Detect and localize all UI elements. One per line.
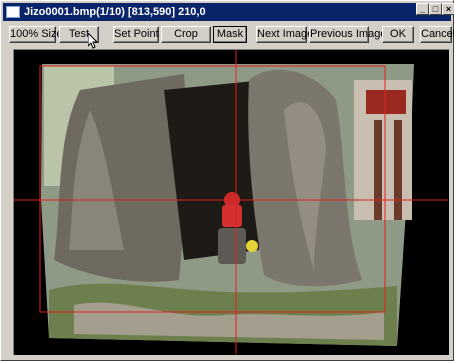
ok-button[interactable]: OK — [382, 26, 414, 43]
previous-image-button[interactable]: Previous Image — [309, 26, 386, 43]
image-canvas[interactable] — [13, 49, 449, 355]
close-button[interactable]: × — [442, 3, 454, 15]
window-title: Jizo0001.bmp(1/10) [813,590] 210,0 — [24, 6, 206, 18]
shrine-roof — [366, 90, 406, 114]
photo-viewport — [14, 50, 448, 354]
jizo-statue — [218, 228, 246, 264]
app-icon — [6, 6, 20, 18]
maximize-button[interactable]: □ — [429, 3, 442, 15]
full-size-button[interactable]: 100% Size — [9, 26, 63, 43]
title-bar[interactable]: Jizo0001.bmp(1/10) [813,590] 210,0 — [3, 3, 451, 21]
set-point-button[interactable]: Set Point — [113, 26, 159, 43]
image-editor-window: Jizo0001.bmp(1/10) [813,590] 210,0 _ □ ×… — [0, 0, 454, 361]
shrine-post — [374, 120, 382, 220]
mouse-pointer-icon — [88, 33, 98, 49]
minimize-button[interactable]: _ — [416, 3, 429, 15]
mask-button[interactable]: Mask — [213, 26, 247, 43]
red-bib — [222, 205, 242, 227]
crop-button[interactable]: Crop — [161, 26, 211, 43]
cancel-button[interactable]: Cancel — [420, 26, 454, 43]
yellow-flowers — [246, 240, 258, 252]
shrine-post — [394, 120, 402, 220]
next-image-button[interactable]: Next Image — [256, 26, 313, 43]
